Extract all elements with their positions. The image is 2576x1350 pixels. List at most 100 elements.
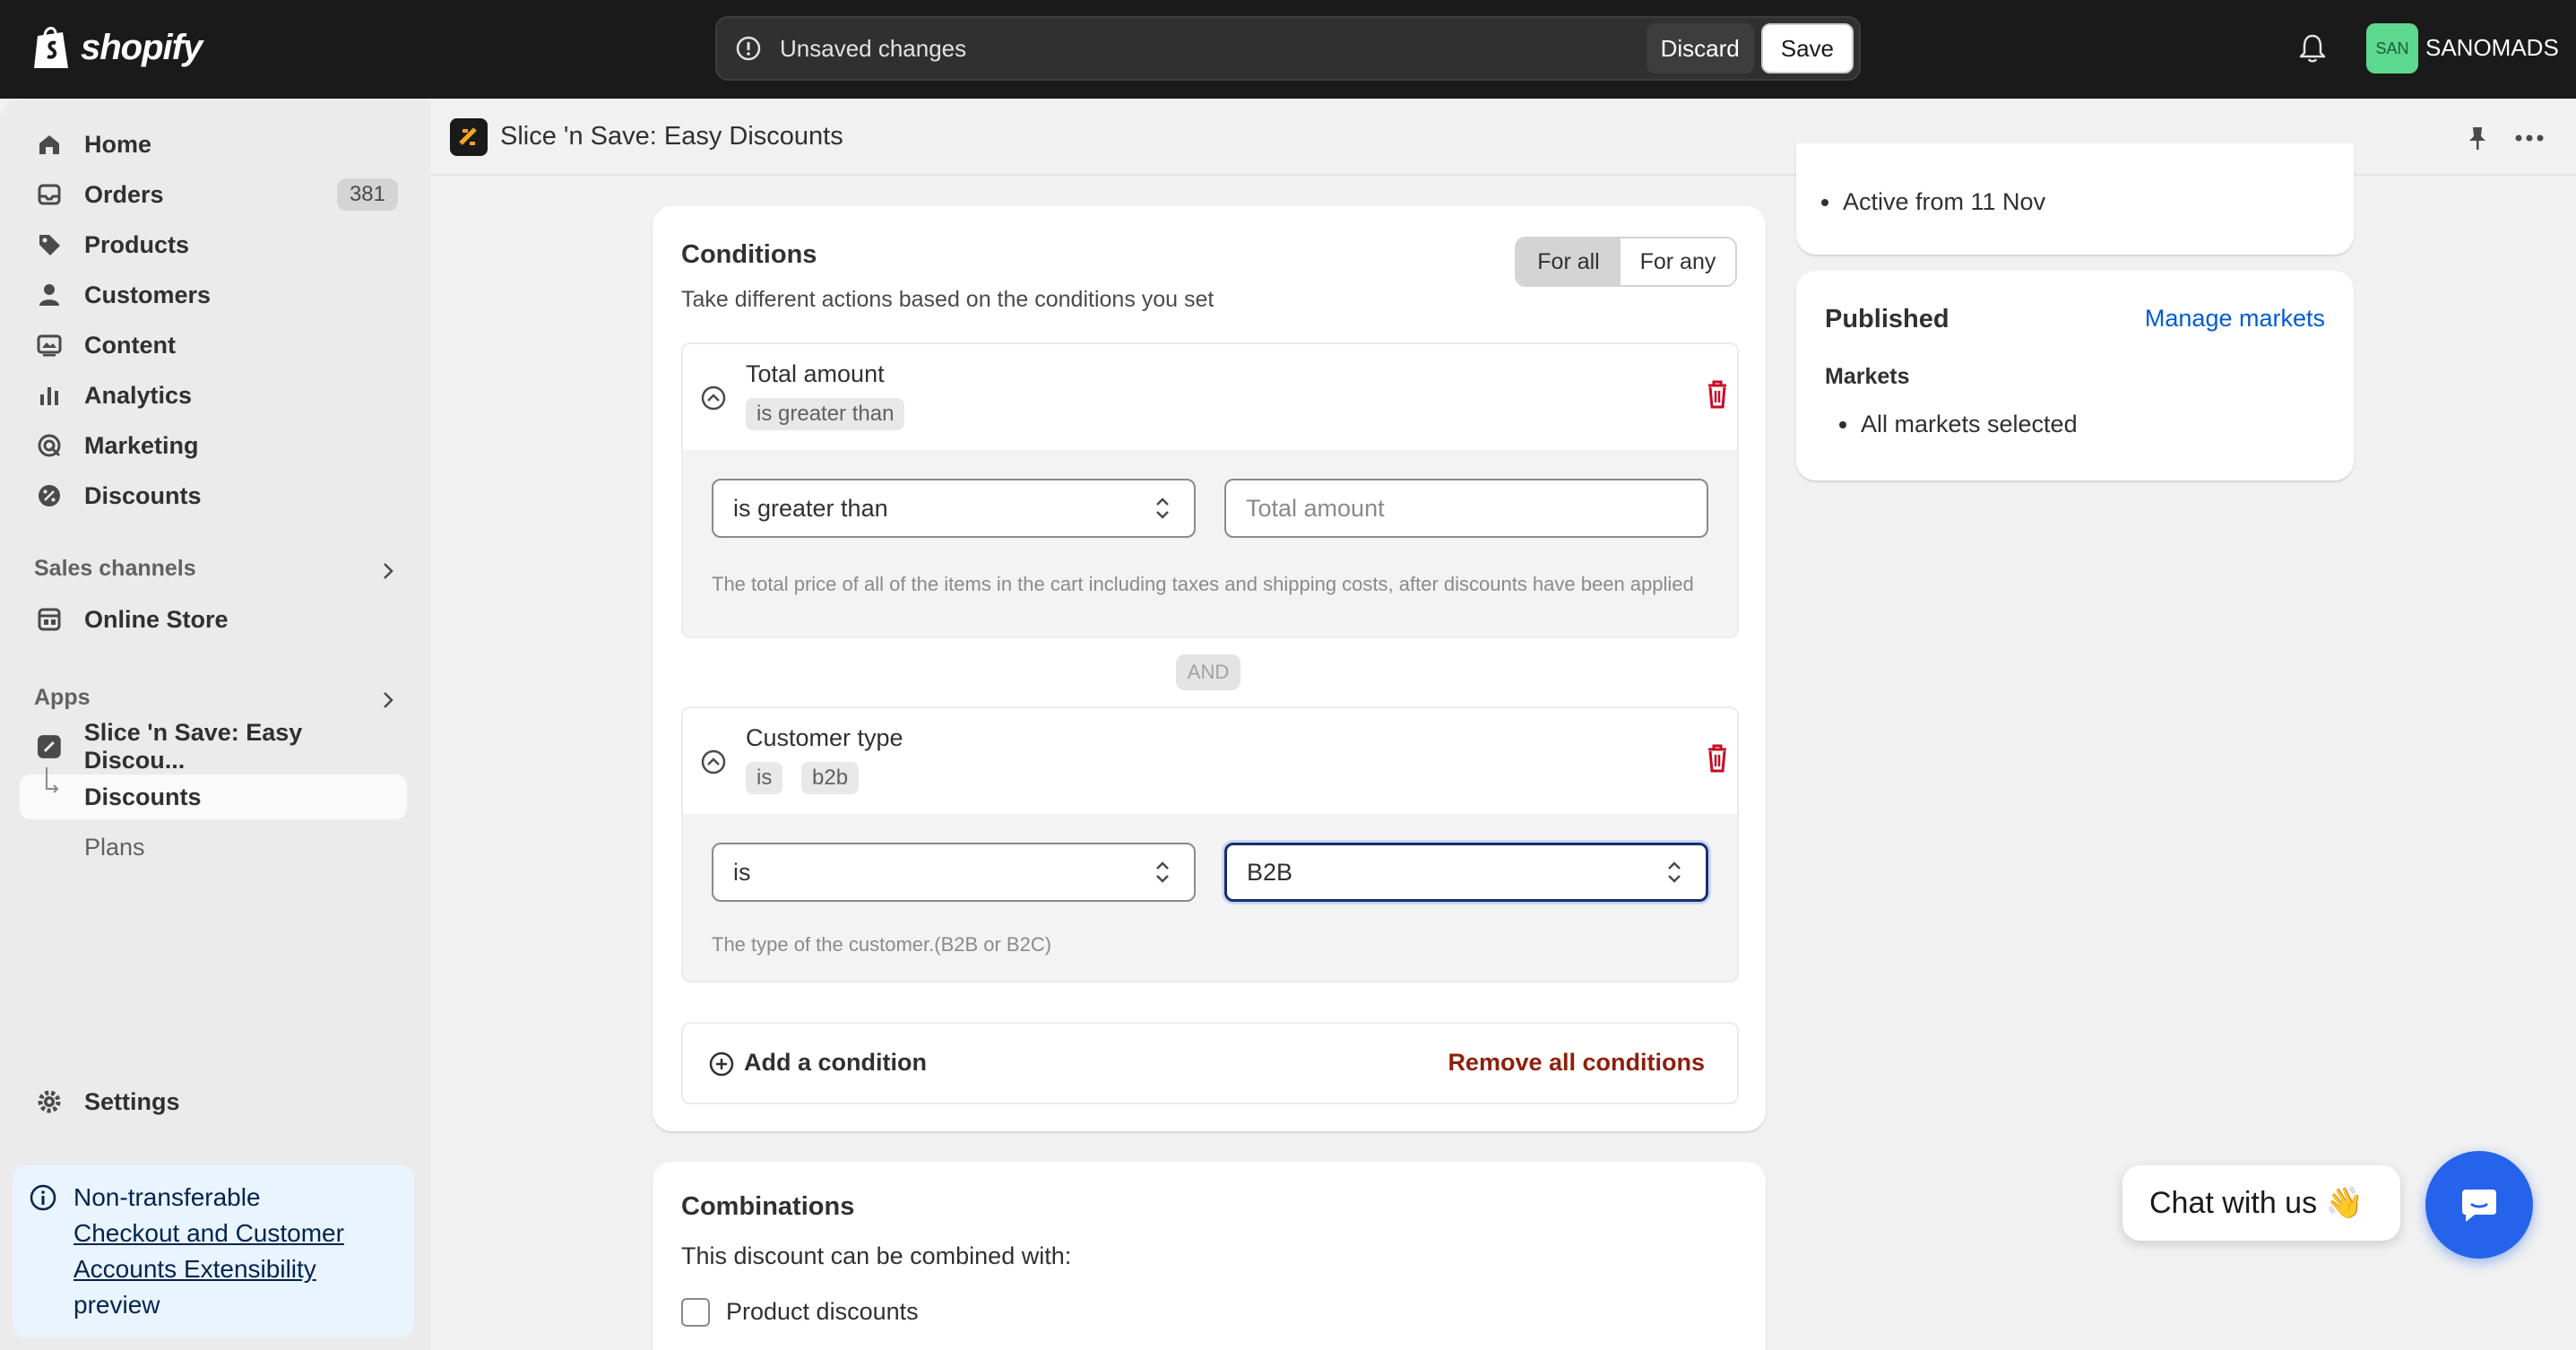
sidebar-item-label: Discounts — [84, 783, 202, 810]
product-discounts-label[interactable]: Product discounts — [726, 1298, 919, 1326]
combinations-subtitle: This discount can be combined with: — [681, 1242, 1072, 1269]
add-condition-button[interactable]: Add a condition — [744, 1049, 927, 1077]
active-date-text: Active from 11 Nov — [1820, 188, 2046, 215]
sidebar-item-home[interactable]: Home — [20, 122, 407, 167]
condition-item: Customer type is b2b is B2B The type of … — [681, 706, 1739, 982]
sidebar-item-label: Products — [84, 230, 190, 258]
extensibility-preview-link[interactable]: Checkout and Customer Accounts Extensibi… — [73, 1219, 344, 1283]
sidebar-item-label: Home — [84, 130, 152, 158]
chat-icon — [2462, 1190, 2496, 1222]
sidebar: Home Orders 381 Products Customers Conte… — [0, 99, 430, 1350]
trash-icon[interactable] — [1703, 378, 1732, 411]
for-all-toggle[interactable]: For all — [1517, 238, 1621, 285]
more-actions-icon[interactable] — [2513, 124, 2546, 152]
sidebar-item-label: Settings — [84, 1087, 180, 1115]
condition-help-text: The total price of all of the items in t… — [712, 573, 1694, 595]
app-logo-icon — [450, 118, 488, 156]
sidebar-item-customers[interactable]: Customers — [20, 273, 407, 317]
shopify-logo[interactable]: shopify — [32, 23, 203, 72]
pin-icon[interactable] — [2463, 124, 2492, 152]
tag-icon — [39, 235, 60, 255]
orders-count-badge: 381 — [336, 178, 398, 211]
and-separator: AND — [1176, 654, 1240, 690]
sidebar-item-orders[interactable]: Orders 381 — [20, 172, 407, 217]
conditions-card: Conditions Take different actions based … — [653, 206, 1766, 1131]
customer-type-select[interactable]: B2B — [1224, 843, 1708, 902]
published-card: Published Manage markets Markets All mar… — [1796, 271, 2354, 480]
content-icon — [37, 334, 62, 357]
tree-connector-icon — [46, 767, 59, 793]
markets-value: All markets selected — [1839, 411, 2078, 437]
sidebar-item-settings[interactable]: Settings — [20, 1079, 407, 1124]
chat-with-us-bubble[interactable]: Chat with us 👋 — [2122, 1165, 2400, 1241]
sidebar-item-label: Marketing — [84, 431, 199, 459]
sidebar-item-label: Slice 'n Save: Easy Discou... — [83, 719, 303, 774]
sidebar-item-online-store[interactable]: Online Store — [20, 597, 407, 642]
bell-icon[interactable] — [2296, 32, 2329, 65]
discard-button[interactable]: Discard — [1646, 23, 1754, 74]
analytics-icon — [40, 387, 58, 405]
summary-card: Active from 11 Nov — [1796, 143, 2354, 255]
condition-chip: is — [746, 762, 783, 794]
sidebar-item-label: Plans — [84, 833, 145, 861]
condition-chip: is greater than — [746, 398, 905, 430]
sidebar-item-analytics[interactable]: Analytics — [20, 373, 407, 418]
orders-icon — [38, 184, 61, 205]
condition-name: Customer type — [746, 724, 903, 751]
manage-markets-link[interactable]: Manage markets — [2145, 305, 2325, 333]
info-banner-text: Non-transferable — [73, 1183, 261, 1211]
published-title: Published — [1825, 305, 1949, 333]
sidebar-item-label: Analytics — [84, 381, 193, 409]
save-button[interactable]: Save — [1760, 23, 1854, 74]
plus-circle-icon[interactable] — [708, 1051, 735, 1077]
sidebar-item-marketing[interactable]: Marketing — [20, 423, 407, 468]
contextual-save-bar: Unsaved changes Discard Save — [715, 16, 1861, 81]
chevron-right-icon[interactable] — [376, 688, 400, 712]
select-chevrons-icon — [1156, 861, 1169, 883]
product-discounts-checkbox[interactable] — [681, 1298, 710, 1327]
sidebar-item-app[interactable]: Slice 'n Save: Easy Discou... — [20, 719, 407, 774]
unsaved-changes-text: Unsaved changes — [780, 34, 967, 62]
sidebar-item-app-discounts[interactable]: Discounts — [20, 767, 407, 819]
condition-item: Total amount is greater than is greater … — [681, 342, 1739, 638]
operator-select-value: is — [733, 858, 751, 886]
alert-circle-icon — [736, 36, 761, 61]
chat-launcher-button[interactable] — [2425, 1151, 2533, 1259]
chevron-up-circle-icon[interactable] — [699, 748, 728, 776]
top-bar: shopify Unsaved changes Discard Save SAN… — [0, 0, 2576, 99]
remove-all-conditions-button[interactable]: Remove all conditions — [1448, 1049, 1705, 1077]
sidebar-item-label: Customers — [84, 281, 212, 308]
for-any-toggle[interactable]: For any — [1621, 238, 1735, 285]
store-avatar[interactable]: SAN — [2366, 23, 2418, 74]
chevron-right-icon[interactable] — [376, 559, 400, 583]
sidebar-item-app-plans[interactable]: Plans — [20, 825, 407, 870]
customer-type-value: B2B — [1247, 858, 1293, 886]
select-chevrons-icon — [1668, 861, 1681, 883]
conditions-title: Conditions — [681, 240, 817, 269]
marketing-icon — [38, 434, 61, 457]
operator-select[interactable]: is greater than — [712, 479, 1196, 538]
total-amount-input[interactable]: Total amount — [1224, 479, 1708, 538]
info-icon — [30, 1184, 56, 1211]
shopify-bag-icon — [34, 27, 68, 68]
info-banner-suffix: preview — [73, 1291, 160, 1319]
operator-select[interactable]: is — [712, 843, 1196, 902]
app-icon — [37, 735, 61, 758]
brand-name: shopify — [81, 27, 203, 67]
store-name[interactable]: SANOMADS — [2425, 34, 2559, 62]
sidebar-item-content[interactable]: Content — [20, 323, 407, 368]
sales-channels-title: Sales channels — [34, 556, 196, 581]
sidebar-item-discounts[interactable]: Discounts — [20, 473, 407, 518]
chevron-up-circle-icon[interactable] — [699, 384, 728, 412]
condition-name: Total amount — [746, 360, 885, 387]
apps-title: Apps — [34, 685, 91, 710]
condition-help-text: The type of the customer.(B2B or B2C) — [712, 933, 1052, 956]
store-icon — [38, 608, 61, 631]
select-chevrons-icon — [1156, 498, 1169, 519]
markets-label: Markets — [1825, 364, 1910, 389]
sidebar-item-label: Orders — [84, 180, 164, 208]
match-toggle: For all For any — [1515, 237, 1737, 287]
home-icon — [39, 135, 59, 154]
sidebar-item-products[interactable]: Products — [20, 222, 407, 267]
trash-icon[interactable] — [1703, 742, 1732, 775]
